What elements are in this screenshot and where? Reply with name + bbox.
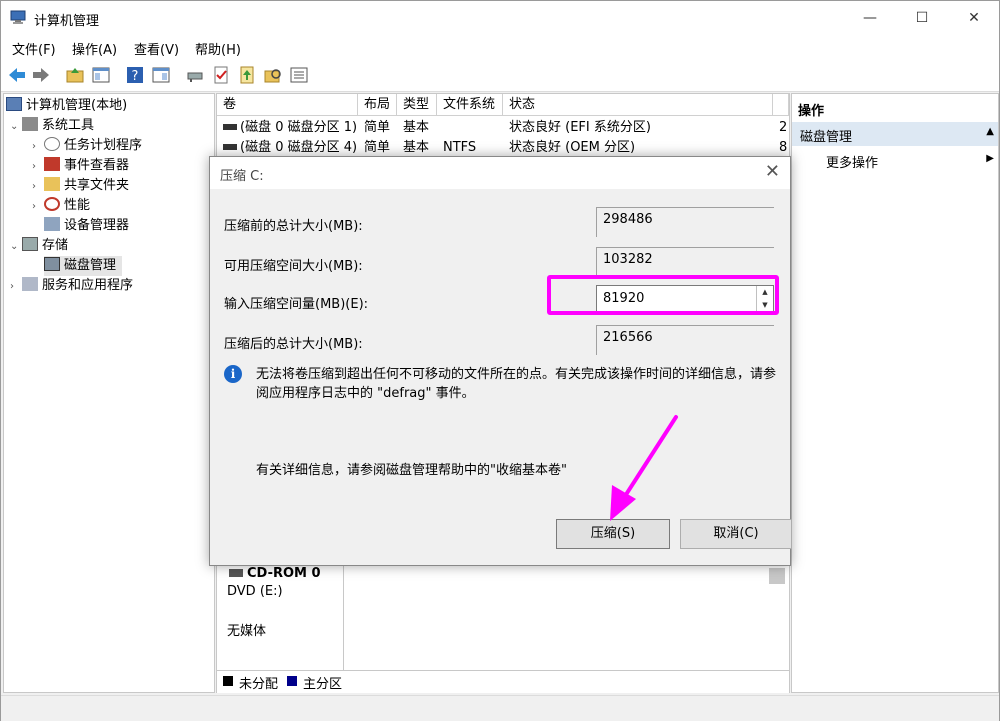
actions-pane: 操作 磁盘管理 ▲ 更多操作 ▶ [791,93,999,693]
vertical-scrollbar[interactable] [769,568,785,584]
menu-view[interactable]: 查看(V) [134,39,179,58]
menu-bar: 文件(F) 操作(A) 查看(V) 帮助(H) [1,35,999,59]
collapsed-chevron-icon[interactable]: › [32,197,44,217]
actions-section-disk-management[interactable]: 磁盘管理 ▲ [792,122,998,146]
expanded-chevron-icon[interactable]: ⌄ [10,117,22,137]
legend-bar: 未分配 主分区 [217,670,789,693]
volume-icon [223,144,237,150]
check-document-icon[interactable] [211,65,231,85]
info-icon: i [224,365,242,383]
column-volume[interactable]: 卷 [217,94,358,116]
menu-help[interactable]: 帮助(H) [195,39,241,58]
import-icon[interactable] [237,65,257,85]
close-button[interactable]: ✕ [951,1,997,35]
column-status[interactable]: 状态 [503,94,773,116]
actions-more[interactable]: 更多操作 ▶ [792,150,998,172]
annotation-arrow [610,415,678,521]
tree-disk-management[interactable]: 磁盘管理 [44,256,123,276]
storage-icon [22,237,38,251]
shrink-dialog: 压缩 C: ✕ 压缩前的总计大小(MB): 298486 可用压缩空间大小(MB… [209,156,792,566]
minimize-button[interactable]: — [847,1,893,35]
title-bar: 计算机管理 — ☐ ✕ [1,1,999,35]
device-manager-icon [44,217,60,231]
tree-root[interactable]: 计算机管理(本地) [6,96,127,116]
column-type[interactable]: 类型 [397,94,437,116]
navigation-tree: 计算机管理(本地) ⌄ 系统工具 › 任务计划程序 › 事件查看器 › 共享文件夹 › 性… [3,93,215,693]
disk-graphical-view: CD-ROM 0 DVD (E:) 无媒体 未分配 主分区 [216,557,790,693]
total-before-value: 298486 [596,207,774,237]
primary-swatch [287,676,297,686]
tree-task-scheduler[interactable]: › 任务计划程序 [32,136,142,156]
menu-file[interactable]: 文件(F) [12,39,56,58]
dialog-title-bar: 压缩 C: ✕ [210,157,790,189]
tree-performance[interactable]: › 性能 [32,196,90,216]
show-hide-tree-icon[interactable] [91,65,111,85]
list-view-icon[interactable] [289,65,309,85]
legend-unallocated: 未分配 [239,677,279,692]
available-label: 可用压缩空间大小(MB): [224,259,363,274]
computer-icon [6,97,22,111]
performance-icon [44,197,60,211]
shrink-amount-label: 输入压缩空间量(MB)(E): [224,297,369,312]
submenu-arrow-icon: ▶ [986,153,994,164]
collapsed-chevron-icon[interactable]: › [32,157,44,177]
help-text: 有关详细信息，请参阅磁盘管理帮助中的"收缩基本卷" [256,463,567,478]
properties-pane-icon[interactable] [151,65,171,85]
volume-list: 卷 布局 类型 文件系统 状态 (磁盘 0 磁盘分区 1) 简单 基本 状态良好… [216,93,790,159]
available-value: 103282 [596,247,774,277]
connect-drive-icon[interactable] [185,65,205,85]
expanded-chevron-icon[interactable]: ⌄ [10,237,22,257]
total-after-label: 压缩后的总计大小(MB): [224,337,363,352]
highlight-box [547,275,779,315]
column-layout[interactable]: 布局 [358,94,397,116]
actions-header: 操作 [798,104,825,119]
tree-event-viewer[interactable]: › 事件查看器 [32,156,129,176]
maximize-button[interactable]: ☐ [899,1,945,35]
collapse-triangle-icon[interactable]: ▲ [986,126,994,137]
cdrom-panel[interactable]: CD-ROM 0 DVD (E:) 无媒体 [217,558,344,670]
clock-icon [44,137,60,151]
tree-device-manager[interactable]: 设备管理器 [44,216,129,236]
menu-action[interactable]: 操作(A) [72,39,117,58]
total-after-value: 216566 [596,325,774,355]
search-folder-icon[interactable] [263,65,283,85]
collapsed-chevron-icon[interactable]: › [32,137,44,157]
tree-storage[interactable]: ⌄ 存储 [10,236,68,256]
event-log-icon [44,157,60,171]
column-more[interactable] [773,94,789,116]
cdrom-name: CD-ROM 0 [247,566,321,581]
up-folder-icon[interactable] [65,65,85,85]
services-icon [22,277,38,291]
help-icon[interactable]: ? [125,65,145,85]
back-arrow-icon[interactable] [7,65,27,85]
computer-management-icon [10,10,26,24]
shared-folder-icon [44,177,60,191]
legend-primary: 主分区 [303,677,343,692]
volume-icon [223,124,237,130]
dialog-close-icon[interactable]: ✕ [765,161,780,182]
cdrom-icon [229,569,243,577]
info-text: 无法将卷压缩到超出任何不可移动的文件所在的点。有关完成该操作时间的详细信息，请参… [256,367,777,401]
tree-services-apps[interactable]: › 服务和应用程序 [10,276,133,296]
dialog-title: 压缩 C: [220,169,264,184]
collapsed-chevron-icon[interactable]: › [32,177,44,197]
svg-text:?: ? [132,69,139,84]
cdrom-media: 无媒体 [227,624,267,639]
unallocated-swatch [223,676,233,686]
tools-icon [22,117,38,131]
total-before-label: 压缩前的总计大小(MB): [224,219,363,234]
toolbar: ? [1,59,999,92]
cancel-button[interactable]: 取消(C) [680,519,792,549]
status-bar [1,695,999,721]
column-filesystem[interactable]: 文件系统 [437,94,503,116]
tree-shared-folders[interactable]: › 共享文件夹 [32,176,129,196]
disk-icon [44,257,60,271]
tree-system-tools[interactable]: ⌄ 系统工具 [10,116,94,136]
window-title: 计算机管理 [34,14,100,29]
cdrom-drive: DVD (E:) [227,584,283,599]
forward-arrow-icon[interactable] [31,65,51,85]
collapsed-chevron-icon[interactable]: › [10,277,22,297]
